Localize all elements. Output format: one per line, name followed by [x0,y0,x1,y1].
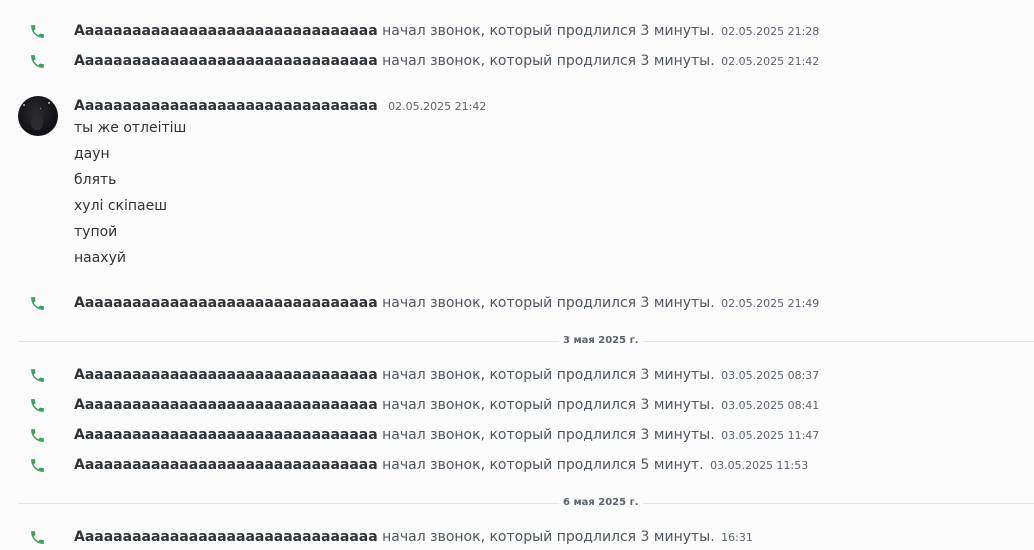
message-line: даун [74,146,110,162]
message-timestamp: 02.05.2025 21:42 [388,100,487,113]
timestamp: 02.05.2025 21:49 [721,296,820,310]
phone-call-icon [29,427,46,444]
phone-call-icon [29,397,46,414]
message-line: блять [74,172,117,188]
call-action: начал звонок, который продлился 3 минуты… [382,366,715,383]
call-author[interactable]: Аааааааааааааааааааааааааааааааа [74,295,378,311]
phone-call-icon [29,23,46,40]
call-action: начал звонок, который продлился 5 минут. [382,456,704,473]
call-event: Аааааааааааааааааааааааааааааааа начал з… [0,452,1034,478]
message-line: тупой [74,224,118,240]
call-event: Аааааааааааааааааааааааааааааааа начал з… [0,362,1034,388]
timestamp: 02.05.2025 21:28 [721,24,820,38]
phone-call-icon [29,367,46,384]
date-divider [18,503,1034,504]
date-divider-label: 3 мая 2025 г. [559,335,643,347]
timestamp: 02.05.2025 21:42 [721,54,820,68]
phone-call-icon [29,457,46,474]
call-event: Аааааааааааааааааааааааааааааааа начал з… [0,524,1034,550]
call-event: Аааааааааааааааааааааааааааааааа начал з… [0,392,1034,418]
call-author[interactable]: Аааааааааааааааааааааааааааааааа [74,427,378,443]
message-line: хулі скіпаеш [74,198,168,214]
message-header: Аааааааааааааааааааааааааааааааа 02.05.2… [74,97,486,116]
call-action: начал звонок, который продлился 3 минуты… [382,528,715,545]
call-action: начал звонок, который продлился 3 минуты… [382,426,715,443]
phone-call-icon [29,529,46,546]
call-author[interactable]: Аааааааааааааааааааааааааааааааа [74,397,378,413]
call-author[interactable]: Аааааааааааааааааааааааааааааааа [74,457,378,473]
message-author[interactable]: Аааааааааааааааааааааааааааааааа [74,98,378,114]
call-author[interactable]: Аааааааааааааааааааааааааааааааа [74,529,378,545]
call-action: начал звонок, который продлился 3 минуты… [382,294,715,311]
avatar[interactable] [18,96,58,136]
call-event: Аааааааааааааааааааааааааааааааа начал з… [0,48,1034,74]
date-divider [18,341,1034,342]
call-event: Аааааааааааааааааааааааааааааааа начал з… [0,18,1034,44]
phone-call-icon [29,53,46,70]
timestamp: 03.05.2025 11:53 [710,458,809,472]
message-line: ты же отлеітіш [74,120,187,136]
call-event: Аааааааааааааааааааааааааааааааа начал з… [0,290,1034,316]
call-author[interactable]: Аааааааааааааааааааааааааааааааа [74,23,378,39]
date-divider-label: 6 мая 2025 г. [559,497,643,509]
call-action: начал звонок, который продлился 3 минуты… [382,396,715,413]
call-action: начал звонок, который продлился 3 минуты… [382,22,715,39]
timestamp: 03.05.2025 08:41 [721,398,820,412]
call-action: начал звонок, который продлился 3 минуты… [382,52,715,69]
timestamp: 03.05.2025 11:47 [721,428,820,442]
call-author[interactable]: Аааааааааааааааааааааааааааааааа [74,367,378,383]
call-event: Аааааааааааааааааааааааааааааааа начал з… [0,422,1034,448]
message-line: наахуй [74,250,126,266]
call-author[interactable]: Аааааааааааааааааааааааааааааааа [74,53,378,69]
timestamp: 03.05.2025 08:37 [721,368,820,382]
timestamp: 16:31 [721,530,753,544]
phone-call-icon [29,295,46,312]
